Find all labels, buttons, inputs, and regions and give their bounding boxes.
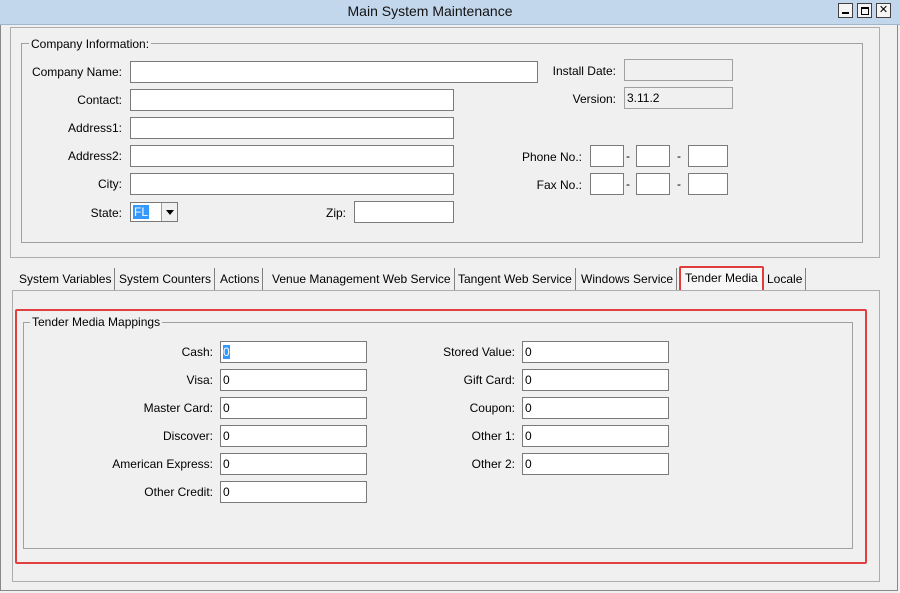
tab-strip: System Variables System Counters Actions… — [12, 266, 872, 292]
zip-label: Zip: — [325, 206, 346, 220]
phone-area-input[interactable] — [590, 145, 624, 167]
coupon-label: Coupon: — [469, 401, 515, 415]
chevron-down-icon[interactable] — [161, 203, 177, 221]
fax-prefix-input[interactable] — [636, 173, 670, 195]
tab-locale[interactable]: Locale — [764, 268, 807, 290]
address1-input[interactable] — [130, 117, 454, 139]
visa-input[interactable]: 0 — [220, 369, 367, 391]
window-title: Main System Maintenance — [347, 3, 513, 19]
tab-system-counters[interactable]: System Counters — [116, 268, 216, 290]
install-date-field — [624, 59, 733, 81]
master-card-label: Master Card: — [143, 401, 213, 415]
fax-label: Fax No.: — [536, 178, 582, 192]
company-name-input[interactable] — [130, 61, 538, 83]
phone-separator: - — [626, 149, 630, 163]
american-express-input[interactable]: 0 — [220, 453, 367, 475]
visa-label: Visa: — [186, 373, 213, 387]
other-2-input[interactable]: 0 — [522, 453, 669, 475]
tab-system-variables[interactable]: System Variables — [16, 268, 116, 290]
zip-input[interactable] — [354, 201, 454, 223]
other-1-input[interactable]: 0 — [522, 425, 669, 447]
fax-separator: - — [677, 177, 681, 191]
other-credit-input[interactable]: 0 — [220, 481, 367, 503]
stored-value-input[interactable]: 0 — [522, 341, 669, 363]
phone-separator: - — [677, 149, 681, 163]
contact-input[interactable] — [130, 89, 454, 111]
maximize-icon[interactable] — [857, 3, 872, 18]
city-input[interactable] — [130, 173, 454, 195]
tender-media-legend: Tender Media Mappings — [30, 315, 163, 329]
minimize-icon[interactable] — [838, 3, 853, 18]
version-label: Version: — [572, 92, 616, 106]
tab-venue-management-web-service[interactable]: Venue Management Web Service — [269, 268, 455, 290]
master-card-input[interactable]: 0 — [220, 397, 367, 419]
fax-separator: - — [626, 177, 630, 191]
state-value: FL — [133, 205, 150, 219]
state-select[interactable]: FL — [130, 202, 178, 222]
coupon-input[interactable]: 0 — [522, 397, 669, 419]
company-info-legend: Company Information: — [29, 37, 152, 51]
address2-input[interactable] — [130, 145, 454, 167]
tab-windows-service[interactable]: Windows Service — [578, 268, 678, 290]
discover-input[interactable]: 0 — [220, 425, 367, 447]
tab-tender-media[interactable]: Tender Media — [679, 266, 764, 292]
other-credit-label: Other Credit: — [144, 485, 213, 499]
gift-card-input[interactable]: 0 — [522, 369, 669, 391]
gift-card-label: Gift Card: — [463, 373, 515, 387]
state-label: State: — [90, 206, 122, 220]
contact-label: Contact: — [77, 93, 122, 107]
company-name-label: Company Name: — [31, 65, 122, 79]
phone-label: Phone No.: — [521, 150, 582, 164]
fax-line-input[interactable] — [688, 173, 728, 195]
tab-actions[interactable]: Actions — [217, 268, 264, 290]
version-field: 3.11.2 — [624, 87, 733, 109]
close-icon[interactable]: ✕ — [876, 3, 891, 18]
cash-label: Cash: — [181, 345, 213, 359]
other-2-label: Other 2: — [471, 457, 515, 471]
fax-area-input[interactable] — [590, 173, 624, 195]
cash-input[interactable]: 0 — [220, 341, 367, 363]
american-express-label: American Express: — [112, 457, 213, 471]
city-label: City: — [98, 177, 122, 191]
phone-line-input[interactable] — [688, 145, 728, 167]
discover-label: Discover: — [162, 429, 213, 443]
install-date-label: Install Date: — [552, 64, 616, 78]
tab-tangent-web-service[interactable]: Tangent Web Service — [455, 268, 576, 290]
stored-value-label: Stored Value: — [443, 345, 515, 359]
address2-label: Address2: — [67, 149, 122, 163]
other-1-label: Other 1: — [471, 429, 515, 443]
address1-label: Address1: — [67, 121, 122, 135]
phone-prefix-input[interactable] — [636, 145, 670, 167]
